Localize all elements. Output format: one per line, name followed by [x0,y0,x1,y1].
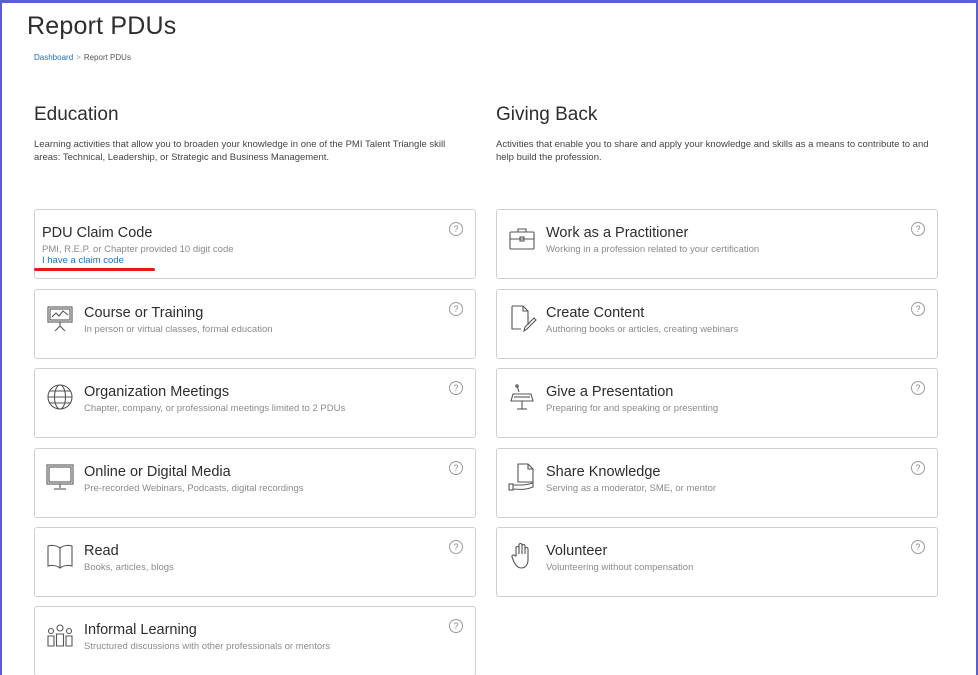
card-title: Volunteer [546,543,608,559]
card-subtitle: Authoring books or articles, creating we… [546,324,739,335]
card-title: Work as a Practitioner [546,225,689,241]
help-icon[interactable]: ? [911,302,925,316]
window-frame-top [0,0,978,3]
card-subtitle: Chapter, company, or professional meetin… [84,403,346,414]
card-subtitle: Pre-recorded Webinars, Podcasts, digital… [84,483,304,494]
education-description: Learning activities that allow you to br… [34,139,446,163]
breadcrumb-separator: > [76,53,81,62]
breadcrumb-current: Report PDUs [83,53,131,62]
help-icon[interactable]: ? [449,461,463,475]
work-as-practitioner-card[interactable]: Work as a Practitioner Working in a prof… [496,209,938,279]
annotation-underline [34,268,155,271]
help-icon[interactable]: ? [449,540,463,554]
course-or-training-card[interactable]: Course or Training In person or virtual … [34,289,476,359]
help-icon[interactable]: ? [911,461,925,475]
card-title: Course or Training [84,305,204,321]
card-subtitle: Serving as a moderator, SME, or mentor [546,483,717,494]
open-book-icon [45,541,75,571]
card-title: Informal Learning [84,622,197,638]
card-subtitle: Structured discussions with other profes… [84,641,331,652]
help-icon[interactable]: ? [449,381,463,395]
card-title: Online or Digital Media [84,464,231,480]
globe-icon [45,382,75,412]
card-title: Create Content [546,305,645,321]
giving-back-heading: Giving Back [496,104,598,125]
card-subtitle: Working in a profession related to your … [546,244,760,255]
help-icon[interactable]: ? [911,540,925,554]
help-icon[interactable]: ? [911,222,925,236]
card-title: Share Knowledge [546,464,661,480]
share-knowledge-card[interactable]: Share Knowledge Serving as a moderator, … [496,448,938,518]
monitor-icon [45,462,75,492]
claim-code-link[interactable]: I have a claim code [42,255,124,266]
giving-back-description: Activities that enable you to share and … [496,139,929,163]
help-icon[interactable]: ? [449,619,463,633]
breadcrumb: Dashboard > Report PDUs [34,53,131,62]
education-heading: Education [34,104,119,125]
organization-meetings-card[interactable]: Organization Meetings Chapter, company, … [34,368,476,438]
card-subtitle: In person or virtual classes, formal edu… [84,324,273,335]
help-icon[interactable]: ? [449,302,463,316]
briefcase-icon [507,223,537,253]
presentation-board-icon [45,303,75,333]
create-content-card[interactable]: Create Content Authoring books or articl… [496,289,938,359]
volunteer-card[interactable]: Volunteer Volunteering without compensat… [496,527,938,597]
raised-hand-icon [507,541,537,571]
people-group-icon [45,620,75,650]
card-title: Give a Presentation [546,384,674,400]
help-icon[interactable]: ? [911,381,925,395]
podium-icon [507,382,537,412]
card-title: Organization Meetings [84,384,230,400]
document-hand-icon [507,462,537,492]
informal-learning-card[interactable]: Informal Learning Structured discussions… [34,606,476,675]
breadcrumb-dashboard-link[interactable]: Dashboard [34,53,73,62]
card-title: PDU Claim Code [42,225,153,241]
online-or-digital-media-card[interactable]: Online or Digital Media Pre-recorded Web… [34,448,476,518]
card-title: Read [84,543,119,559]
card-subtitle: PMI, R.E.P. or Chapter provided 10 digit… [42,244,234,255]
help-icon[interactable]: ? [449,222,463,236]
page-title: Report PDUs [27,12,177,40]
read-card[interactable]: Read Books, articles, blogs ? [34,527,476,597]
give-a-presentation-card[interactable]: Give a Presentation Preparing for and sp… [496,368,938,438]
card-subtitle: Books, articles, blogs [84,562,174,573]
card-subtitle: Preparing for and speaking or presenting [546,403,719,414]
document-pencil-icon [507,303,537,333]
window-frame-left [0,0,2,675]
card-subtitle: Volunteering without compensation [546,562,694,573]
